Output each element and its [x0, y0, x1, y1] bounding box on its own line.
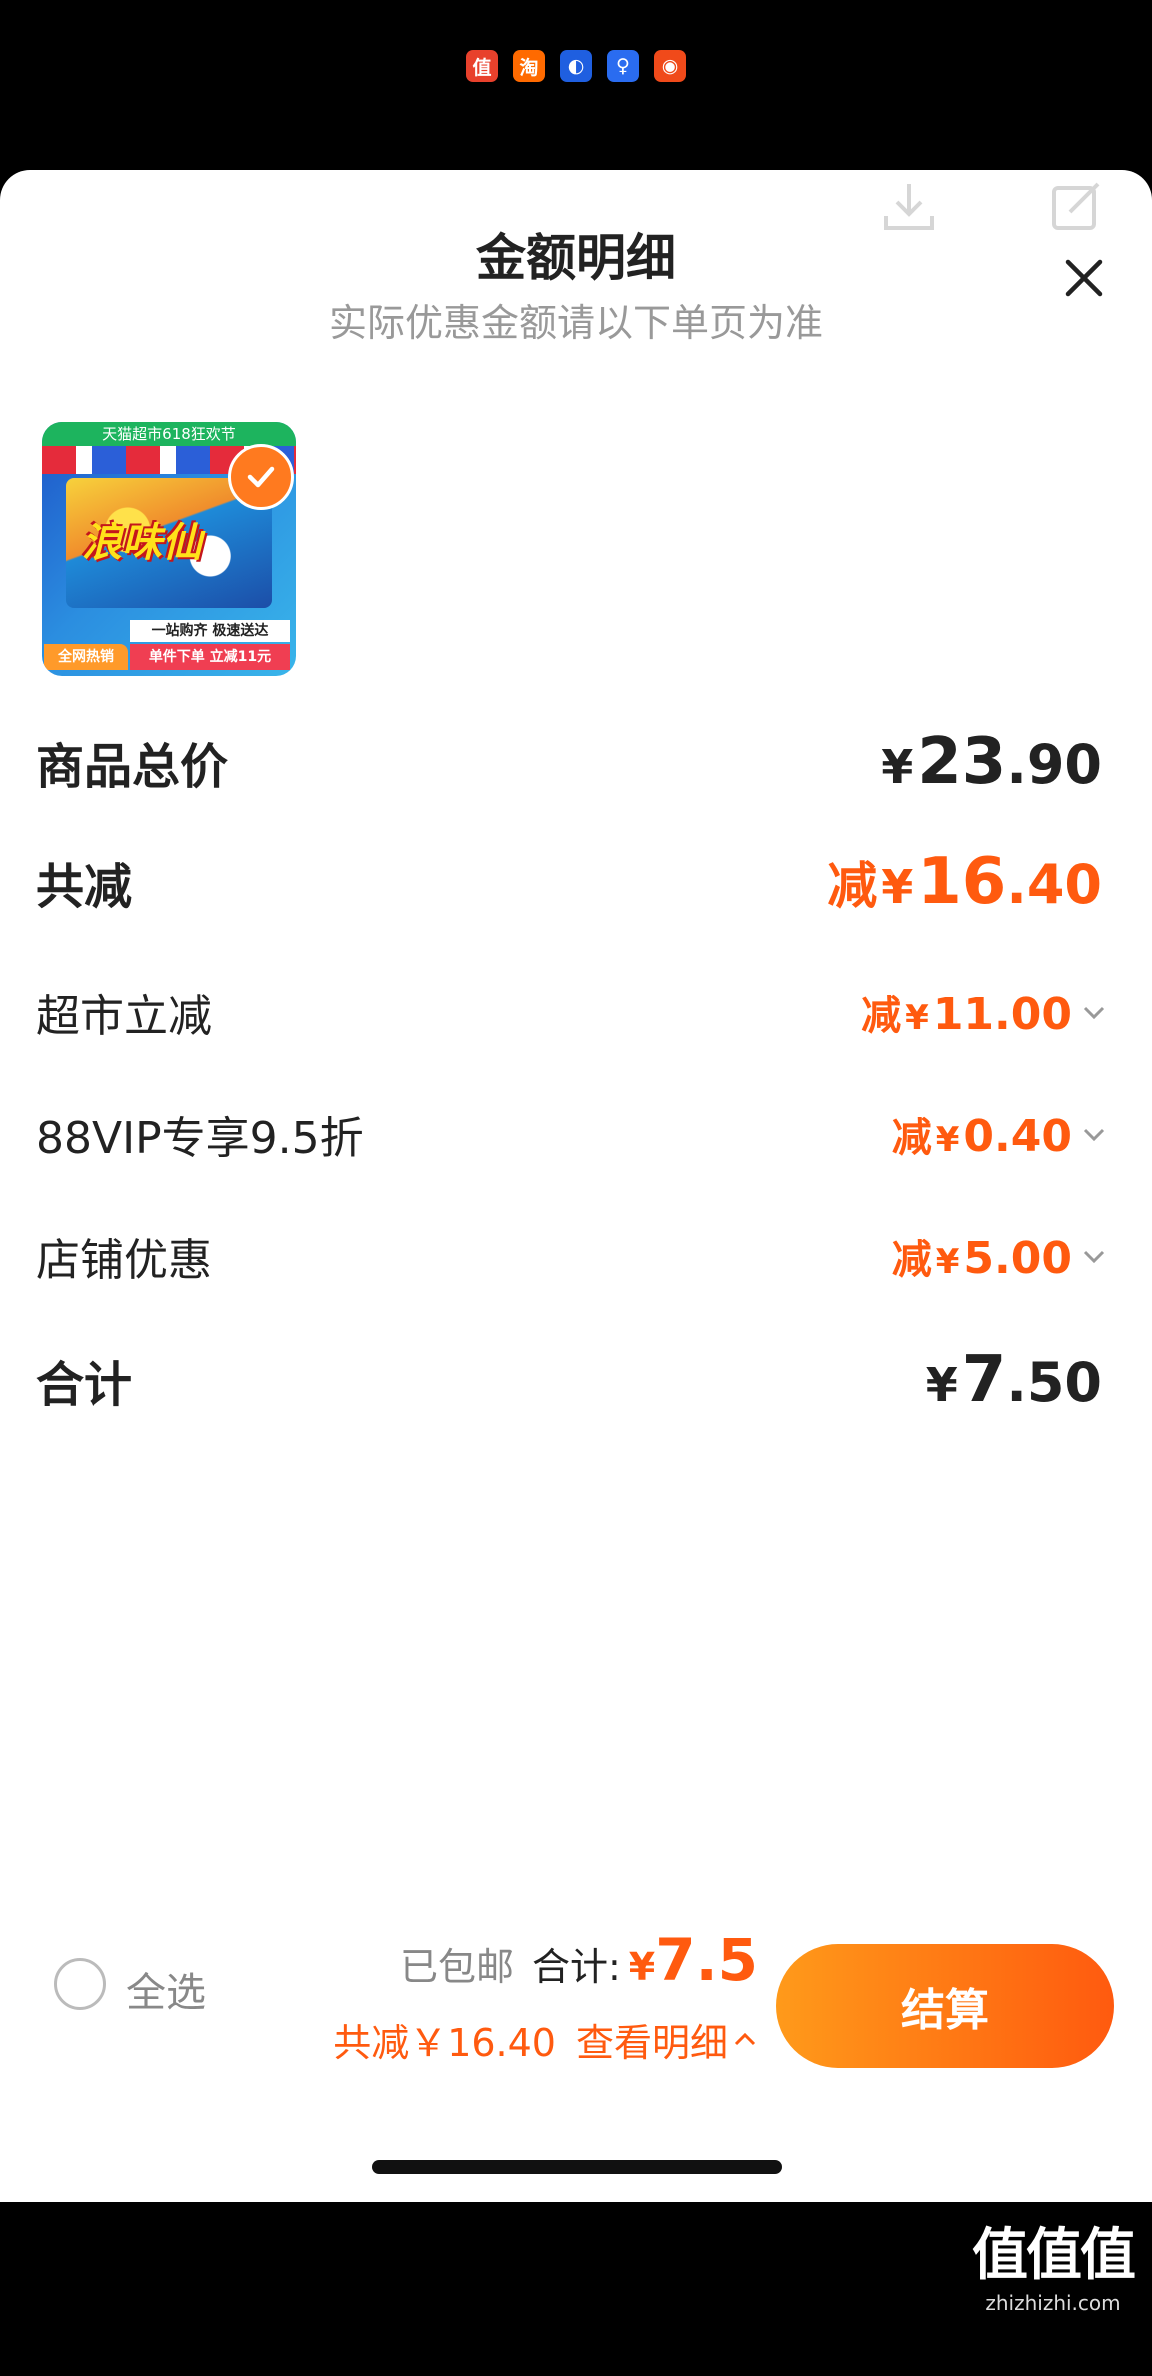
store-discount-amount: 减 ¥5.00 [891, 1233, 1072, 1284]
summary-total-line: 已包邮 合计: ¥ 7.5 [400, 1926, 758, 1994]
red-app-icon: ◉ [654, 50, 686, 82]
supermarket-discount-amount: 减 ¥11.00 [861, 989, 1072, 1040]
smzdm-app-icon: 值 [466, 50, 498, 82]
row-store-discount[interactable]: 店铺优惠 减 ¥5.00 [36, 1216, 1105, 1296]
total-value: 7.5 [655, 1926, 758, 1994]
row-goods-total: 商品总价 ¥23.90 [36, 722, 1102, 802]
watermark-logo: 值值值 [972, 2223, 1136, 2288]
selected-check-icon[interactable] [228, 444, 294, 510]
row-label: 共减 [36, 859, 133, 915]
total-label: 合计: [531, 1945, 621, 1989]
blue-app-icon: ◐ [560, 50, 592, 82]
row-label: 商品总价 [36, 739, 229, 795]
free-shipping-label: 已包邮 [399, 1945, 514, 1989]
bulb-app-icon: ♀ [607, 50, 639, 82]
goods-total-amount: ¥23.90 [881, 725, 1102, 799]
sheet-subtitle: 实际优惠金额请以下单页为准 [328, 301, 823, 345]
thumbnail-banner-delivery: 一站购齐 极速送达 [130, 620, 290, 642]
saved-amount: 共减￥16.40 [333, 2021, 556, 2065]
total-currency: ¥ [628, 1945, 656, 1989]
sheet-title: 金额明细 [476, 229, 676, 287]
watermark: 值值值 zhizhizhi.com [972, 2210, 1136, 2315]
row-total-discount: 共减 减 ¥16.40 [36, 842, 1102, 922]
home-indicator [372, 2160, 782, 2174]
chevron-down-icon[interactable] [1080, 1120, 1108, 1148]
row-label: 超市立减 [36, 991, 212, 1042]
thumbnail-top-strip: 天猫超市618狂欢节 [42, 422, 296, 446]
amount-detail-sheet: 金额明细 实际优惠金额请以下单页为准 天猫超市618狂欢节 浪味仙 全网热销 一… [0, 170, 1152, 2202]
taobao-app-icon: 淘 [513, 50, 545, 82]
product-thumbnail[interactable]: 天猫超市618狂欢节 浪味仙 全网热销 一站购齐 极速送达 单件下单 立减11元 [42, 422, 296, 676]
chevron-down-icon[interactable] [1080, 998, 1108, 1026]
thumbnail-brand: 浪味仙 [82, 520, 202, 566]
watermark-domain: zhizhizhi.com [985, 2291, 1121, 2315]
select-all-label[interactable]: 全选 [126, 1960, 206, 2018]
grand-total-amount: ¥7.50 [925, 1343, 1102, 1417]
status-bar-app-icons: 值 淘 ◐ ♀ ◉ [0, 50, 1152, 82]
row-grand-total: 合计 ¥7.50 [36, 1340, 1102, 1420]
vip-discount-amount: 减 ¥0.40 [891, 1111, 1072, 1162]
row-supermarket-discount[interactable]: 超市立减 减 ¥11.00 [36, 972, 1105, 1052]
row-label: 合计 [36, 1357, 133, 1413]
row-label: 88VIP专享9.5折 [36, 1113, 364, 1164]
row-label: 店铺优惠 [36, 1235, 212, 1286]
checkout-button[interactable]: 结算 [776, 1944, 1114, 2068]
view-detail-link[interactable]: 查看明细 [576, 2012, 758, 2067]
chevron-down-icon[interactable] [1080, 1242, 1108, 1270]
summary-discount-line: 共减￥16.40 查看明细 [333, 2012, 758, 2067]
row-88vip-discount[interactable]: 88VIP专享9.5折 减 ¥0.40 [36, 1094, 1105, 1174]
thumbnail-hot-tag: 全网热销 [44, 644, 128, 670]
total-discount-amount: 减 ¥16.40 [827, 845, 1102, 919]
chevron-up-icon [734, 2032, 756, 2045]
close-icon[interactable] [1058, 252, 1110, 304]
thumbnail-banner-discount: 单件下单 立减11元 [130, 644, 290, 670]
view-detail-label: 查看明细 [575, 2021, 728, 2065]
select-all-radio[interactable] [54, 1958, 106, 2010]
